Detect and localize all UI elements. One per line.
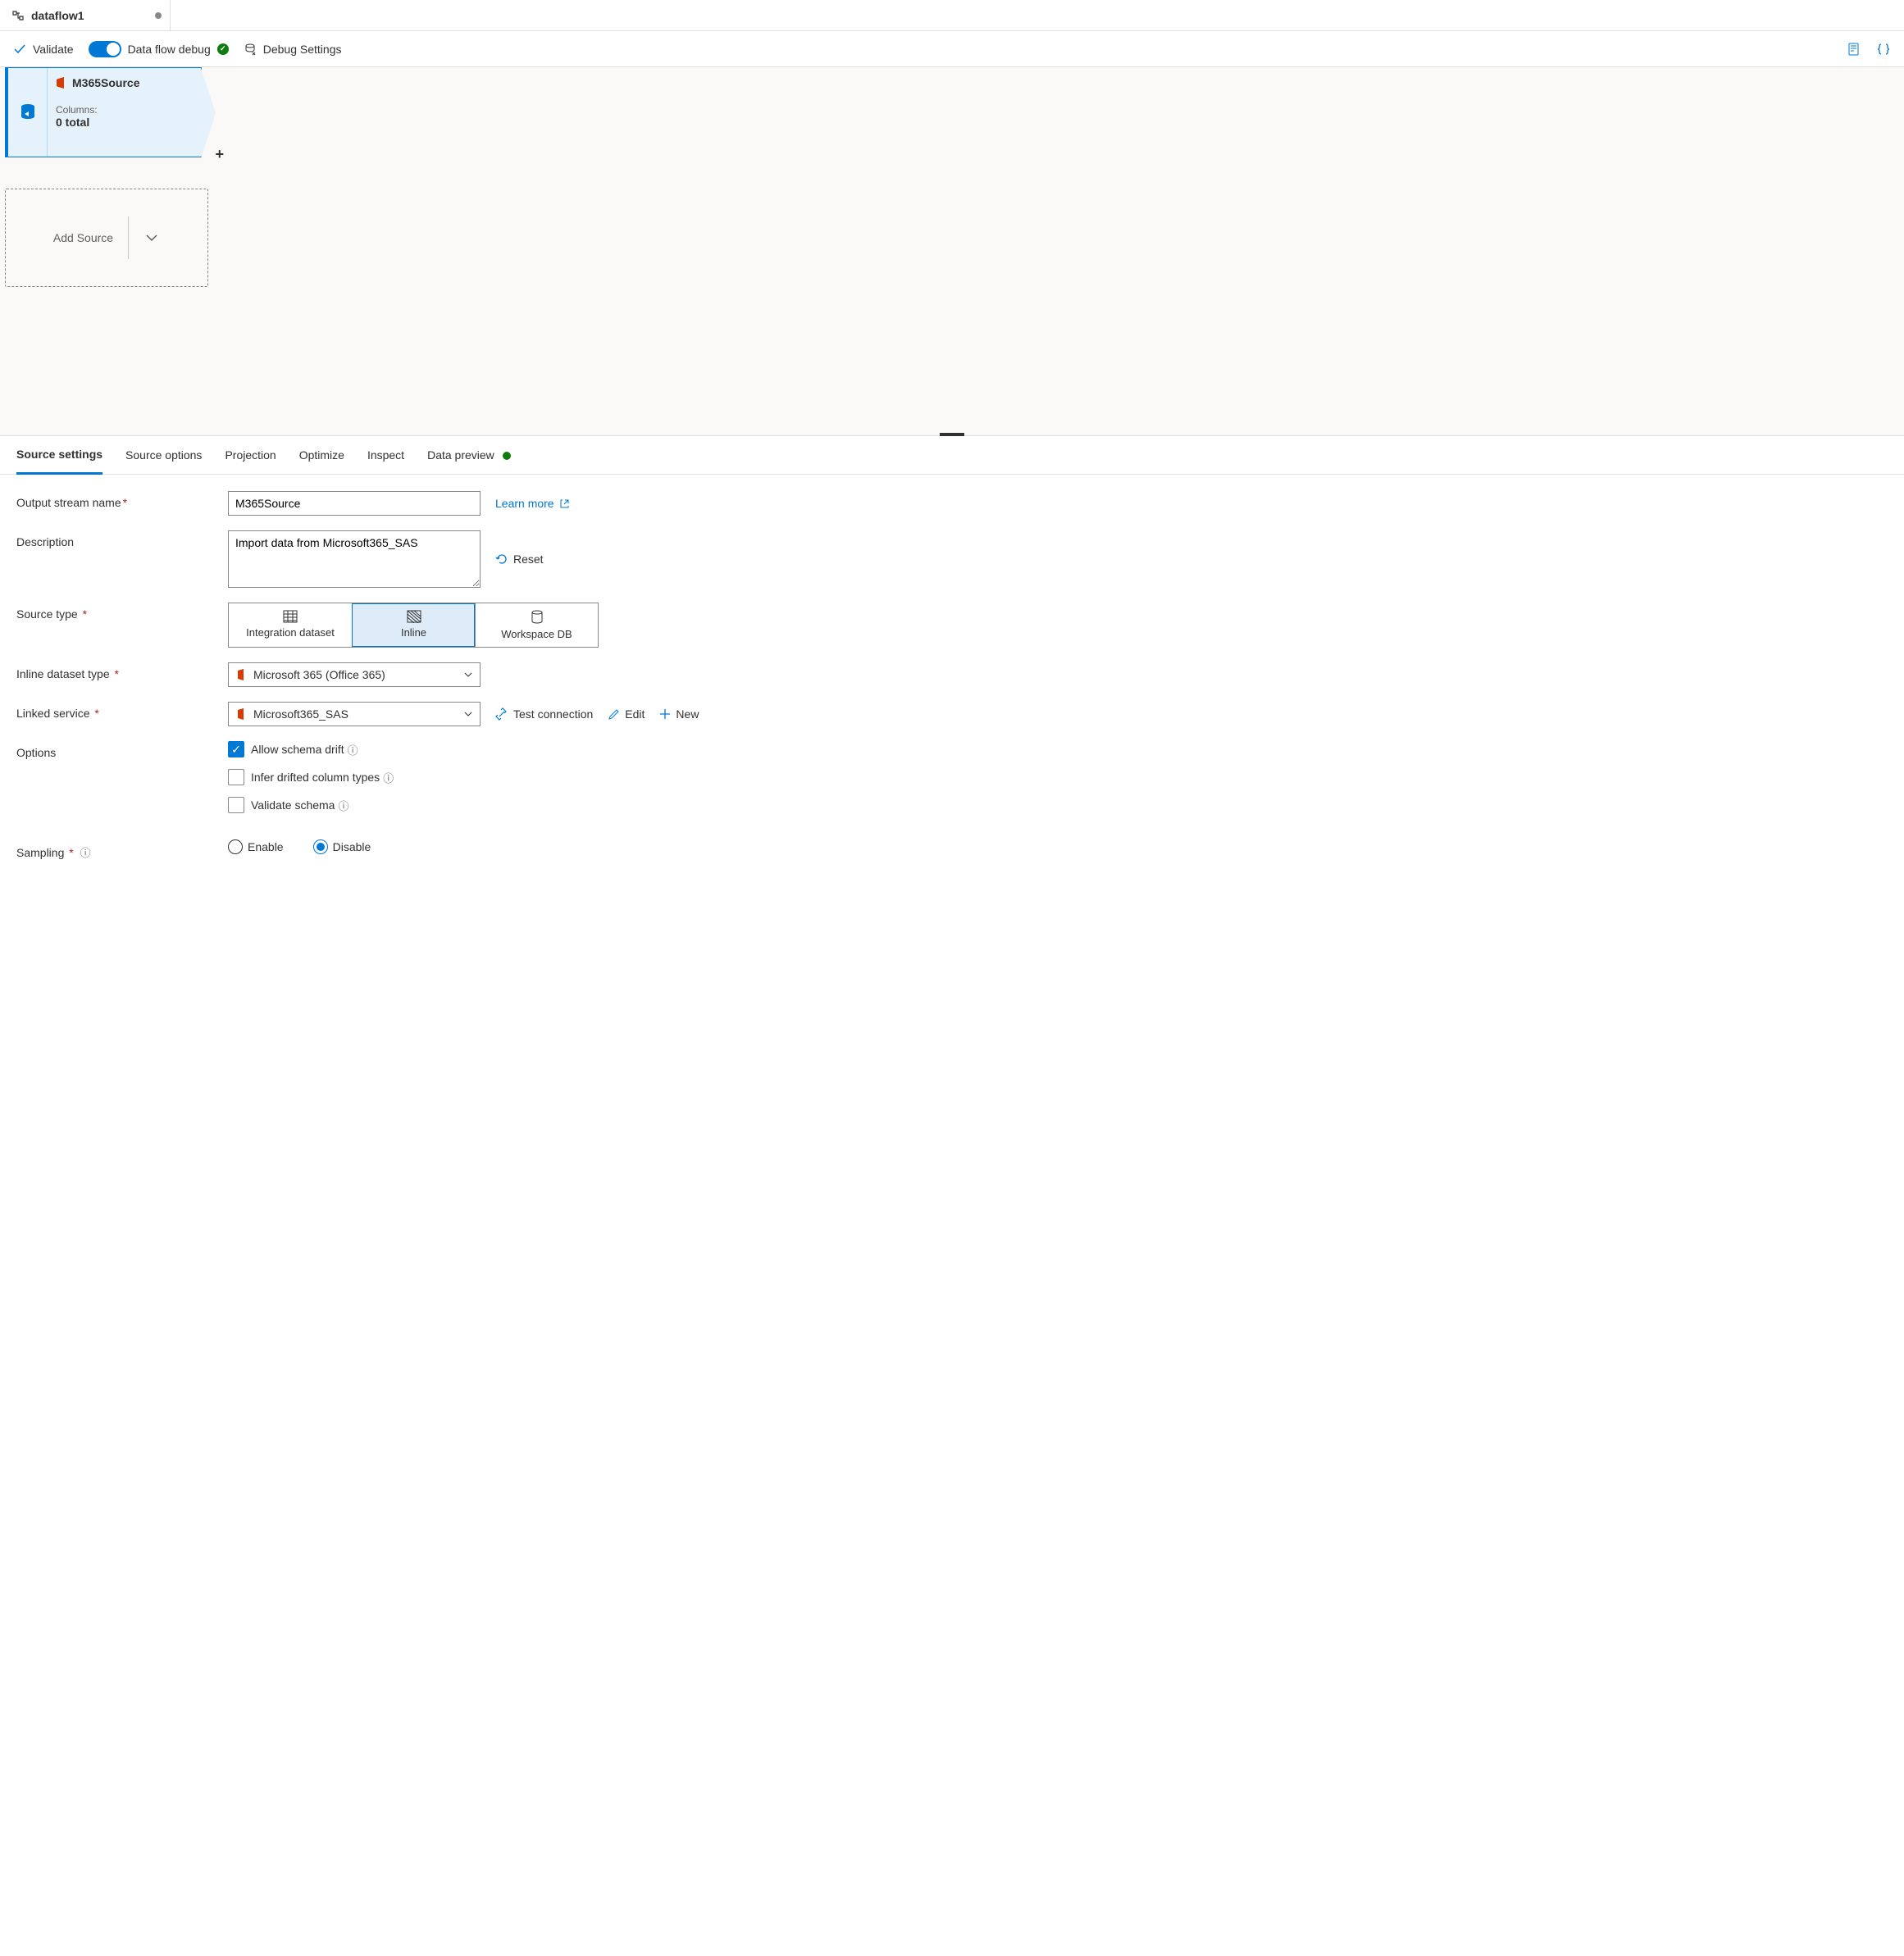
add-source-button[interactable]: Add Source xyxy=(5,189,208,287)
validate-button[interactable]: Validate xyxy=(13,43,74,56)
status-dot-icon xyxy=(503,452,511,460)
sampling-enable-radio[interactable]: Enable xyxy=(228,839,284,854)
tab-optimize[interactable]: Optimize xyxy=(299,448,344,473)
properties-tabs: Source settings Source options Projectio… xyxy=(0,436,1904,475)
node-columns-label: Columns: xyxy=(56,104,193,116)
inline-type-label: Inline dataset type * xyxy=(16,662,228,680)
code-view-button[interactable] xyxy=(1876,42,1891,57)
debug-settings-icon xyxy=(244,43,257,56)
toolbar: Validate Data flow debug Debug Settings xyxy=(0,31,1904,67)
new-button[interactable]: New xyxy=(659,707,699,721)
script-icon xyxy=(1847,42,1861,57)
status-ok-icon xyxy=(217,43,229,55)
radio-checked-icon xyxy=(313,839,328,854)
tab-projection[interactable]: Projection xyxy=(225,448,276,473)
source-type-workspace[interactable]: Workspace DB xyxy=(475,603,598,647)
reset-icon xyxy=(495,553,508,566)
sampling-label: Sampling * ⓘ xyxy=(16,839,228,860)
data-preview-label: Data preview xyxy=(427,448,494,462)
tab-source-options[interactable]: Source options xyxy=(125,448,202,473)
dataset-icon xyxy=(283,610,298,623)
divider xyxy=(128,216,129,259)
info-icon[interactable]: ⓘ xyxy=(338,798,348,813)
linked-service-select[interactable]: Microsoft365_SAS xyxy=(228,702,481,726)
tab-title: dataflow1 xyxy=(31,9,84,22)
output-name-label: Output stream name* xyxy=(16,491,228,509)
test-connection-button[interactable]: Test connection xyxy=(495,707,593,721)
tab-data-preview[interactable]: Data preview xyxy=(427,448,511,473)
external-link-icon xyxy=(559,498,570,509)
node-title: M365Source xyxy=(72,76,139,89)
source-type-group: Integration dataset Inline Workspace DB xyxy=(228,603,599,648)
dataflow-canvas[interactable]: M365Source Columns: 0 total + Add Source xyxy=(0,67,1904,436)
source-settings-form: Output stream name* Learn more Descripti… xyxy=(0,475,1904,907)
document-tab[interactable]: dataflow1 xyxy=(0,0,171,30)
toggle-switch-icon xyxy=(89,41,121,57)
script-view-button[interactable] xyxy=(1847,42,1861,57)
reset-button[interactable]: Reset xyxy=(495,553,544,566)
info-icon[interactable]: ⓘ xyxy=(383,770,394,785)
checkmark-icon xyxy=(13,43,26,56)
office-icon xyxy=(235,708,247,720)
office-icon xyxy=(235,669,247,680)
learn-more-link[interactable]: Learn more xyxy=(495,497,570,510)
checkbox-icon xyxy=(228,769,244,785)
checkbox-checked-icon: ✓ xyxy=(228,741,244,757)
radio-icon xyxy=(228,839,243,854)
chevron-down-icon xyxy=(463,709,473,719)
plus-icon xyxy=(659,708,671,720)
info-icon[interactable]: ⓘ xyxy=(348,742,358,757)
debug-settings-label: Debug Settings xyxy=(263,43,342,56)
node-columns-count: 0 total xyxy=(56,116,193,129)
database-icon xyxy=(531,610,544,625)
add-step-button[interactable]: + xyxy=(215,146,224,163)
edit-button[interactable]: Edit xyxy=(608,707,645,721)
description-label: Description xyxy=(16,530,228,548)
inline-type-select[interactable]: Microsoft 365 (Office 365) xyxy=(228,662,481,687)
source-node[interactable]: M365Source Columns: 0 total + xyxy=(5,67,202,157)
source-type-inline[interactable]: Inline xyxy=(352,603,475,647)
add-source-label: Add Source xyxy=(53,231,113,244)
dataflow-icon xyxy=(11,9,25,22)
source-type-label: Source type * xyxy=(16,603,228,621)
chevron-down-icon xyxy=(463,670,473,680)
source-dataset-icon xyxy=(17,102,39,123)
debug-toggle[interactable]: Data flow debug xyxy=(89,41,229,57)
output-name-input[interactable] xyxy=(228,491,481,516)
inline-icon xyxy=(407,610,421,623)
tab-inspect[interactable]: Inspect xyxy=(367,448,404,473)
allow-schema-drift-checkbox[interactable]: ✓ Allow schema drift ⓘ xyxy=(228,741,358,757)
sampling-disable-radio[interactable]: Disable xyxy=(313,839,371,854)
chevron-down-icon xyxy=(143,230,160,246)
reset-label: Reset xyxy=(513,553,544,566)
description-input[interactable] xyxy=(228,530,481,588)
edit-icon xyxy=(608,708,620,721)
connection-icon xyxy=(495,707,508,721)
unsaved-indicator-icon xyxy=(155,12,162,19)
braces-icon xyxy=(1876,42,1891,57)
info-icon[interactable]: ⓘ xyxy=(80,847,91,859)
inline-type-value: Microsoft 365 (Office 365) xyxy=(253,668,385,681)
office-icon xyxy=(56,77,67,89)
checkbox-icon xyxy=(228,797,244,813)
infer-types-checkbox[interactable]: Infer drifted column types ⓘ xyxy=(228,769,394,785)
tab-source-settings[interactable]: Source settings xyxy=(16,448,102,475)
validate-label: Validate xyxy=(33,43,74,56)
options-label: Options xyxy=(16,741,228,759)
linked-service-label: Linked service * xyxy=(16,702,228,720)
document-tab-bar: dataflow1 xyxy=(0,0,1904,31)
linked-service-value: Microsoft365_SAS xyxy=(253,707,348,721)
validate-schema-checkbox[interactable]: Validate schema ⓘ xyxy=(228,797,348,813)
debug-label: Data flow debug xyxy=(128,43,211,56)
learn-more-label: Learn more xyxy=(495,497,554,510)
source-type-dataset[interactable]: Integration dataset xyxy=(229,603,352,647)
debug-settings-button[interactable]: Debug Settings xyxy=(244,43,342,56)
